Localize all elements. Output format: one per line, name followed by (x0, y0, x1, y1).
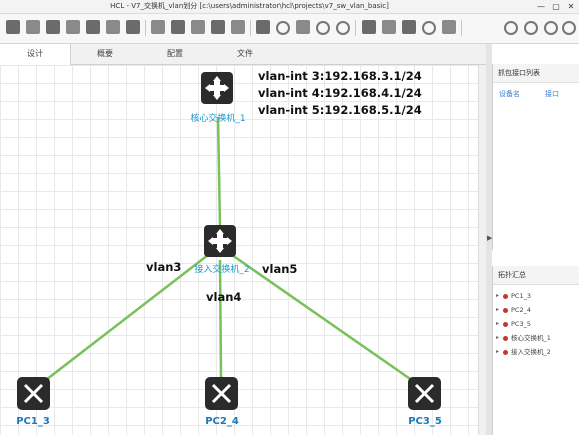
layers-icon[interactable] (171, 20, 185, 34)
vlan5-label: vlan5 (262, 262, 297, 276)
device-status-icon (503, 294, 508, 299)
upload-icon[interactable] (211, 20, 225, 34)
pc3-label: PC3_5 (408, 416, 442, 427)
cloud-icon[interactable] (151, 20, 165, 34)
vlan-int-3-note: vlan-int 3:192.168.3.1/24 (258, 69, 422, 83)
device-status-icon (503, 350, 508, 355)
pc2-icon[interactable] (205, 377, 238, 410)
topology-diagram: 核心交换机_1 接入交换机_2 PC1_3 PC2_4 PC3_5 vlan3 … (16, 69, 442, 427)
save-as-icon[interactable] (86, 20, 100, 34)
stop-icon[interactable] (382, 20, 396, 34)
edit-icon[interactable] (126, 20, 140, 34)
access-switch-icon[interactable] (204, 225, 236, 257)
new-project-icon[interactable] (6, 20, 20, 34)
device-status-icon (503, 308, 508, 313)
toolbar-separator (355, 20, 356, 36)
list-item-label: 接入交换机_2 (511, 348, 551, 356)
device-status-icon (503, 336, 508, 341)
expand-arrow-icon[interactable]: ▸ (496, 289, 499, 303)
help-icon[interactable] (562, 21, 576, 35)
open-folder-icon[interactable] (26, 20, 40, 34)
zoom-in-icon[interactable] (316, 21, 330, 35)
device-icon[interactable] (276, 21, 290, 35)
pc2-label: PC2_4 (205, 416, 239, 427)
list-item-label: PC3_5 (511, 320, 531, 328)
column-interface[interactable]: 接口 (545, 89, 559, 99)
download-icon[interactable] (191, 20, 205, 34)
grid-icon[interactable] (296, 20, 310, 34)
capture-panel-columns: 设备名 接口 (493, 83, 579, 99)
close-button[interactable]: ✕ (564, 1, 578, 12)
link-access-pc3 (231, 253, 417, 385)
toolbar-separator (145, 20, 146, 36)
refresh-icon[interactable] (524, 21, 538, 35)
expand-arrow-icon[interactable]: ▸ (496, 345, 499, 359)
view-tabs: 设计 概要 配置 文件 (0, 44, 486, 65)
save-icon[interactable] (66, 20, 80, 34)
list-item[interactable]: ▸ PC2_4 (493, 303, 579, 317)
list-item[interactable]: ▸ PC3_5 (493, 317, 579, 331)
start-icon[interactable] (362, 20, 376, 34)
tab-design[interactable]: 设计 (0, 44, 71, 65)
maximize-button[interactable]: ▢ (549, 1, 563, 12)
link-access-pc1 (41, 254, 209, 384)
toolbar (0, 14, 579, 44)
capture-interface-panel: 抓包接口列表 设备名 接口 (492, 64, 579, 250)
pc1-label: PC1_3 (16, 416, 50, 427)
list-item[interactable]: ▸ PC1_3 (493, 289, 579, 303)
pc1-icon[interactable] (17, 377, 50, 410)
settings-icon[interactable] (544, 21, 558, 35)
window-title: HCL - V7_交换机_vlan划分 [c:\users\administra… (110, 2, 389, 10)
vlan3-label: vlan3 (146, 260, 181, 274)
capture-panel-title: 抓包接口列表 (493, 64, 579, 83)
document-icon[interactable] (231, 20, 245, 34)
expand-arrow-icon[interactable]: ▸ (496, 303, 499, 317)
list-item-label: PC2_4 (511, 306, 531, 314)
camera-icon[interactable] (442, 20, 456, 34)
tab-overview[interactable]: 概要 (70, 44, 140, 64)
vlan4-label: vlan4 (206, 290, 241, 304)
core-switch-label: 核心交换机_1 (190, 112, 245, 124)
device-status-icon (503, 322, 508, 327)
tab-config[interactable]: 配置 (140, 44, 210, 64)
link-access-pc2 (218, 259, 223, 378)
list-item-label: 核心交换机_1 (511, 334, 551, 342)
pc3-icon[interactable] (408, 377, 441, 410)
topology-canvas[interactable]: 核心交换机_1 接入交换机_2 PC1_3 PC2_4 PC3_5 vlan3 … (0, 65, 486, 435)
list-item[interactable]: ▸ 核心交换机_1 (493, 331, 579, 345)
export-icon[interactable] (106, 20, 120, 34)
image-icon[interactable] (256, 20, 270, 34)
toolbar-separator (250, 20, 251, 36)
topo-panel-title: 拓扑汇总 (493, 266, 579, 285)
vlan-int-5-note: vlan-int 5:192.168.5.1/24 (258, 103, 422, 117)
toolbar-separator (461, 20, 462, 36)
title-bar: HCL - V7_交换机_vlan划分 [c:\users\administra… (0, 0, 579, 14)
list-item[interactable]: ▸ 接入交换机_2 (493, 345, 579, 359)
list-item-label: PC1_3 (511, 292, 531, 300)
minimize-button[interactable]: — (534, 1, 548, 12)
open-project-icon[interactable] (46, 20, 60, 34)
undo-icon[interactable] (504, 21, 518, 35)
link-core-access (216, 116, 222, 228)
tab-file[interactable]: 文件 (210, 44, 280, 64)
topology-summary-panel: 拓扑汇总 ▸ PC1_3 ▸ PC2_4 ▸ PC3_5 ▸ 核心交换机_1 ▸ 接入交换… (492, 266, 579, 435)
core-switch-icon[interactable] (201, 72, 233, 104)
expand-arrow-icon[interactable]: ▸ (496, 331, 499, 345)
topology-summary-list: ▸ PC1_3 ▸ PC2_4 ▸ PC3_5 ▸ 核心交换机_1 ▸ 接入交换机_2 (493, 285, 579, 359)
column-device-name[interactable]: 设备名 (499, 89, 520, 99)
screenshot-icon[interactable] (402, 20, 416, 34)
access-switch-label: 接入交换机_2 (194, 263, 249, 275)
expand-arrow-icon[interactable]: ▸ (496, 317, 499, 331)
zoom-out-icon[interactable] (336, 21, 350, 35)
vlan-int-4-note: vlan-int 4:192.168.4.1/24 (258, 86, 422, 100)
capture-icon[interactable] (422, 21, 436, 35)
